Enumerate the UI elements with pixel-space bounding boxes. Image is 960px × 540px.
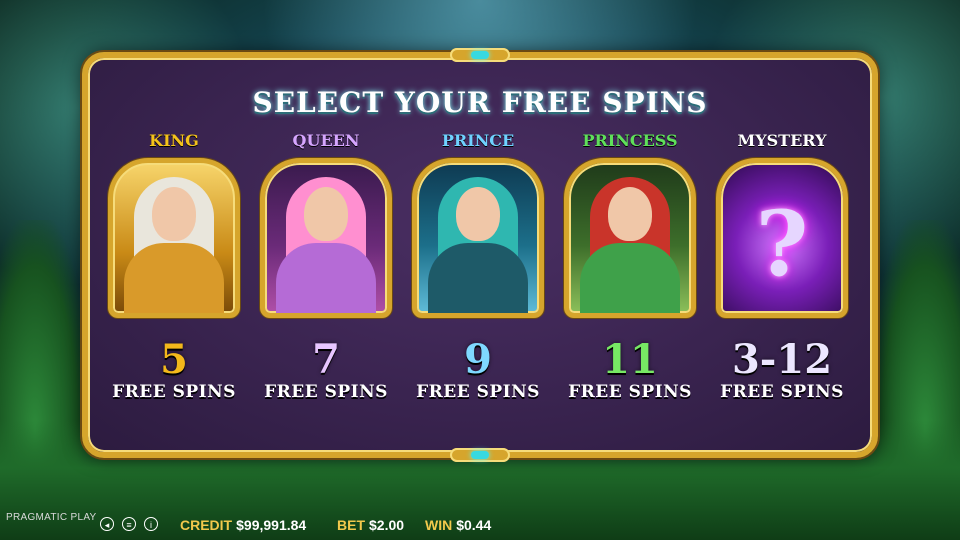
credit-display: CREDIT $99,991.84 xyxy=(180,517,306,533)
option-card-queen[interactable]: QUEEN 7 FREE SPINS xyxy=(256,130,396,402)
info-icon[interactable]: i xyxy=(144,517,158,531)
option-name: KING xyxy=(149,131,199,150)
queen-face xyxy=(304,187,348,241)
king-face xyxy=(152,187,196,241)
option-card-mystery[interactable]: MYSTERY ? 3-12 FREE SPINS xyxy=(712,130,852,402)
credit-label: CREDIT xyxy=(180,517,233,533)
win-display: WIN $0.44 xyxy=(425,517,491,533)
princess-portrait[interactable] xyxy=(564,158,696,318)
option-name: QUEEN xyxy=(292,131,360,150)
spins-count: 5 xyxy=(160,336,188,383)
menu-icon[interactable]: ≡ xyxy=(122,517,136,531)
option-card-princess[interactable]: PRINCESS 11 FREE SPINS xyxy=(560,130,700,402)
frame-ornament-top xyxy=(450,48,510,62)
mystery-portrait[interactable]: ? xyxy=(716,158,848,318)
option-name: PRINCE xyxy=(441,131,515,150)
spins-count: 11 xyxy=(602,336,658,383)
queen-portrait[interactable] xyxy=(260,158,392,318)
game-status-bar: PRAGMATIC PLAY ◂ ≡ i CREDIT $99,991.84 BE… xyxy=(0,506,960,540)
gem-icon xyxy=(471,51,489,59)
panel-title: SELECT YOUR FREE SPINS xyxy=(252,86,708,119)
spins-count: 7 xyxy=(312,336,340,383)
spins-label: FREE SPINS xyxy=(720,382,844,402)
bet-label: BET xyxy=(337,517,365,533)
credit-value: $99,991.84 xyxy=(236,517,307,533)
gem-icon xyxy=(471,451,489,459)
spins-count: 9 xyxy=(464,336,492,383)
spins-count: 3-12 xyxy=(731,336,833,383)
prince-face xyxy=(456,187,500,241)
princess-face xyxy=(608,187,652,241)
queen-outfit xyxy=(276,243,376,313)
brand-logo: PRAGMATIC PLAY xyxy=(6,512,97,523)
prince-outfit xyxy=(428,243,528,313)
prince-portrait[interactable] xyxy=(412,158,544,318)
bet-display: BET $2.00 xyxy=(337,517,404,533)
free-spins-selection-panel: SELECT YOUR FREE SPINS KING 5 FREE SPINS… xyxy=(82,48,878,462)
spins-label: FREE SPINS xyxy=(568,382,692,402)
option-card-prince[interactable]: PRINCE 9 FREE SPINS xyxy=(408,130,548,402)
win-label: WIN xyxy=(425,517,453,533)
frame-ornament-bottom xyxy=(450,448,510,462)
option-name: MYSTERY xyxy=(737,131,827,150)
win-value: $0.44 xyxy=(456,517,492,533)
king-portrait[interactable] xyxy=(108,158,240,318)
princess-outfit xyxy=(580,243,680,313)
question-mark-icon: ? xyxy=(755,191,809,297)
sound-icon[interactable]: ◂ xyxy=(100,517,114,531)
spins-label: FREE SPINS xyxy=(416,382,540,402)
spins-label: FREE SPINS xyxy=(264,382,388,402)
spins-label: FREE SPINS xyxy=(112,382,236,402)
option-card-king[interactable]: KING 5 FREE SPINS xyxy=(104,130,244,402)
king-robe xyxy=(124,243,224,313)
option-name: PRINCESS xyxy=(582,131,678,150)
bet-value: $2.00 xyxy=(369,517,405,533)
